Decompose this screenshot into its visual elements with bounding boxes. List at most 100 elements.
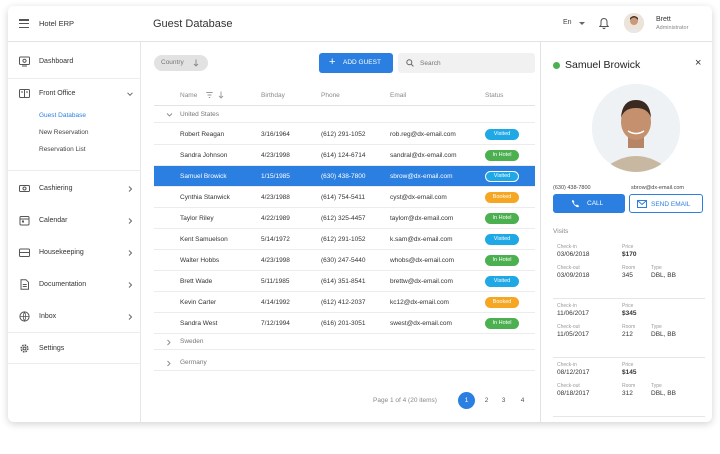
status-badge: In Hotel (485, 213, 519, 224)
column-header-phone[interactable]: Phone (321, 92, 340, 99)
cell-name: Taylor Riley (180, 215, 214, 222)
table-row[interactable]: Brett Wade 5/11/1985 (614) 351-8541 brettw@… (154, 271, 535, 292)
column-header-status[interactable]: Status (485, 92, 503, 99)
sidebar-subitem-guest-database[interactable]: Guest Database (39, 112, 86, 119)
call-button[interactable]: CALL (553, 194, 625, 213)
table-row[interactable]: Sandra Johnson 4/23/1998 (614) 124-6714 san… (154, 145, 535, 166)
sidebar-item-label: Dashboard (39, 58, 74, 65)
chevron-right-icon[interactable] (166, 360, 172, 367)
add-guest-button[interactable]: + ADD GUEST (319, 53, 393, 73)
visit-card: Check-in 03/06/2018 Price $170 Check-out… (553, 243, 705, 299)
main-content: Country + ADD GUEST Name Birthday Phone … (142, 42, 540, 422)
check-out-value: 03/09/2018 (557, 272, 590, 279)
cell-name: Kent Samuelson (180, 236, 228, 243)
table-row[interactable]: Samuel Browick 1/15/1985 (630) 438-7800 sbr… (154, 166, 535, 187)
chevron-down-icon[interactable] (126, 90, 134, 98)
cell-name: Cynthia Stanwick (180, 194, 230, 201)
chevron-right-icon[interactable] (166, 339, 172, 346)
table-row[interactable]: Cynthia Stanwick 4/23/1988 (614) 754-5411 c… (154, 187, 535, 208)
cell-email: brettw@dx-email.com (390, 278, 453, 285)
sort-arrow-icon (193, 59, 199, 67)
column-header-name[interactable]: Name (180, 92, 197, 99)
group-row-germany[interactable]: Germany (154, 355, 535, 371)
table-row[interactable]: Kent Samuelson 5/14/1972 (612) 291-1052 k.s… (154, 229, 535, 250)
check-out-label: Check-out (557, 265, 580, 271)
hamburger-menu-icon[interactable] (19, 19, 29, 29)
chevron-right-icon[interactable] (126, 217, 134, 225)
cell-birthday: 4/23/1988 (261, 194, 290, 201)
search-box[interactable] (398, 53, 535, 73)
caret-down-icon[interactable] (579, 22, 585, 25)
sidebar-item-cashiering[interactable]: Cashiering (8, 178, 141, 200)
sort-arrow-icon[interactable] (218, 91, 224, 99)
page-title: Guest Database (153, 18, 233, 30)
divider (8, 363, 141, 364)
language-selector[interactable]: En (563, 19, 572, 26)
sidebar-item-dashboard[interactable]: Dashboard (8, 51, 141, 73)
room-label: Room (622, 265, 636, 271)
sidebar-subitem-reservation-list[interactable]: Reservation List (39, 146, 86, 153)
room-value: 312 (622, 390, 633, 397)
sidebar-item-calendar[interactable]: Calendar (8, 210, 141, 232)
sidebar-item-label: Documentation (39, 281, 87, 288)
cell-birthday: 4/23/1998 (261, 152, 290, 159)
app-window: Hotel ERP Guest Database En Brett Admini… (8, 6, 712, 422)
cell-email: taylorr@dx-email.com (390, 215, 454, 222)
sidebar-item-documentation[interactable]: Documentation (8, 274, 141, 296)
page-button-2[interactable]: 2 (478, 392, 495, 409)
check-in-label: Check-in (557, 303, 577, 309)
page-button-1[interactable]: 1 (458, 392, 475, 409)
status-badge: Visited (485, 129, 519, 140)
chevron-right-icon[interactable] (126, 313, 134, 321)
sidebar-item-front-office[interactable]: Front Office (8, 83, 141, 105)
close-icon[interactable]: × (695, 57, 701, 69)
table-row[interactable]: Kevin Carter 4/14/1992 (612) 412-2037 kc12@… (154, 292, 535, 313)
cell-email: sbrow@dx-email.com (390, 173, 453, 180)
call-label: CALL (587, 200, 604, 207)
cell-phone: (614) 124-6714 (321, 152, 366, 159)
send-email-button[interactable]: SEND EMAIL (629, 194, 703, 213)
price-label: Price (622, 362, 634, 368)
table-row[interactable]: Walter Hobbs 4/23/1998 (630) 247-5440 whobs… (154, 250, 535, 271)
bell-icon[interactable] (598, 17, 610, 30)
page-button-4[interactable]: 4 (514, 392, 531, 409)
group-row-sweden[interactable]: Sweden (154, 334, 535, 350)
table-row[interactable]: Sandra West 7/12/1994 (616) 201-3051 swest@… (154, 313, 535, 334)
cell-name: Robert Reagan (180, 131, 225, 138)
visit-card: Check-in 11/06/2017 Price $345 Check-out… (553, 302, 705, 358)
gear-icon (20, 344, 29, 353)
cell-name: Kevin Carter (180, 299, 217, 306)
pager-info: Page 1 of 4 (20 items) (373, 397, 437, 404)
search-input[interactable] (420, 57, 520, 69)
cell-name: Sandra Johnson (180, 152, 228, 159)
chevron-right-icon[interactable] (126, 185, 134, 193)
sidebar-item-label: Calendar (39, 217, 68, 224)
cell-phone: (612) 412-2037 (321, 299, 366, 306)
sidebar-item-inbox[interactable]: Inbox (8, 306, 141, 328)
sidebar-item-settings[interactable]: Settings (8, 338, 141, 360)
country-group-chip[interactable]: Country (154, 55, 208, 71)
chevron-right-icon[interactable] (126, 249, 134, 257)
cell-birthday: 4/14/1992 (261, 299, 290, 306)
cell-email: rob.reg@dx-email.com (390, 131, 456, 138)
sidebar: Dashboard Front Office Guest Database Ne… (8, 42, 141, 422)
table-row[interactable]: Taylor Riley 4/22/1989 (612) 325-4457 taylo… (154, 208, 535, 229)
chevron-right-icon[interactable] (126, 281, 134, 289)
cell-phone: (612) 325-4457 (321, 215, 366, 222)
envelope-icon (637, 200, 647, 208)
sidebar-item-housekeeping[interactable]: Housekeeping (8, 242, 141, 264)
column-header-birthday[interactable]: Birthday (261, 92, 285, 99)
status-dot (553, 62, 560, 69)
cell-email: whobs@dx-email.com (390, 257, 455, 264)
page-button-3[interactable]: 3 (495, 392, 512, 409)
table-row[interactable]: Robert Reagan 3/16/1964 (612) 291-1052 rob.… (154, 124, 535, 145)
type-value: DBL, BB (651, 331, 676, 338)
column-header-email[interactable]: Email (390, 92, 406, 99)
type-value: DBL, BB (651, 390, 676, 397)
chevron-down-icon[interactable] (166, 112, 173, 118)
divider (8, 78, 141, 79)
sidebar-subitem-new-reservation[interactable]: New Reservation (39, 129, 89, 136)
filter-icon[interactable] (206, 92, 213, 98)
user-avatar[interactable] (624, 13, 644, 33)
group-row-united-states[interactable]: United States (154, 107, 535, 123)
